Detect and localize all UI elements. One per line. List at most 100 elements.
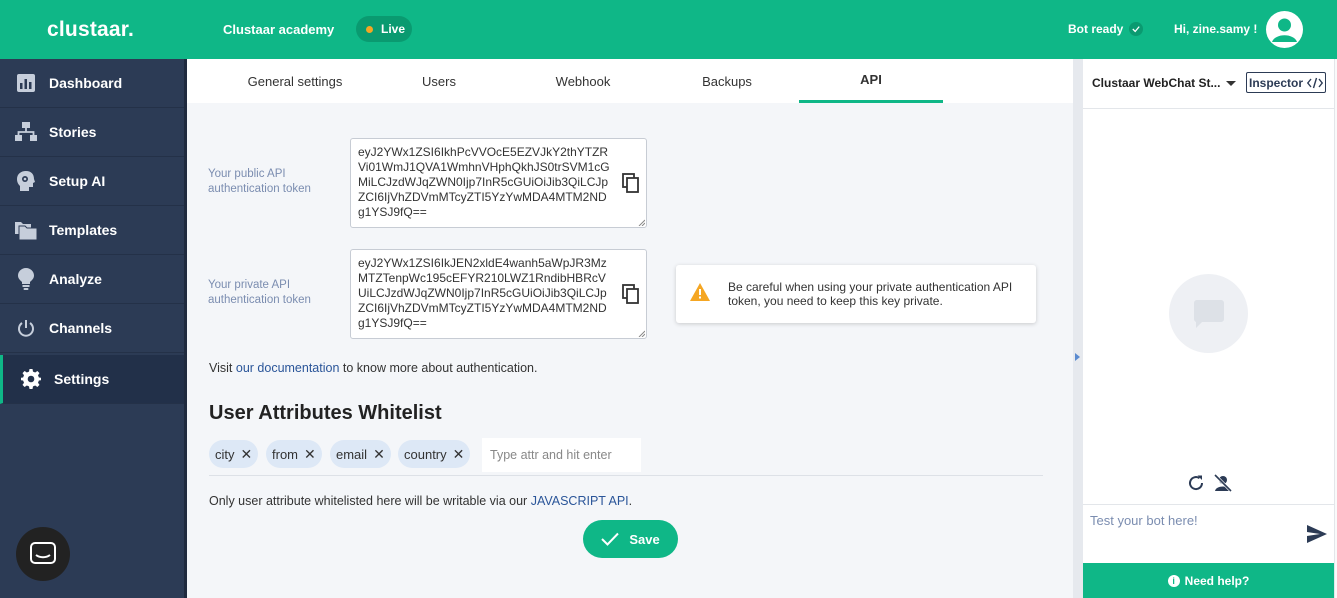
main-content: General settings Users Webhook Backups A… — [187, 59, 1073, 598]
private-token-value[interactable]: eyJ2YWx1ZSI6IkJEN2xldE4wanh5aWpJR3MzMTZT… — [358, 256, 607, 330]
tag-chip[interactable]: email ✕ — [330, 440, 391, 468]
tag-label: email — [336, 446, 368, 462]
remove-tag-icon[interactable]: ✕ — [241, 446, 253, 463]
empty-chat-illustration — [1169, 274, 1248, 353]
webchat-test-panel: Clustaar WebChat St... Inspector Test yo… — [1083, 59, 1334, 598]
private-token-warning: Be careful when using your private authe… — [676, 265, 1036, 323]
reset-user-icon[interactable] — [1213, 474, 1233, 492]
public-token-field[interactable]: eyJ2YWx1ZSI6IkhPcVVOcE5EZVJkY2thYTZRVi01… — [350, 138, 647, 228]
public-token-value[interactable]: eyJ2YWx1ZSI6IkhPcVVOcE5EZVJkY2thYTZRVi01… — [358, 145, 610, 219]
tab-api[interactable]: API — [799, 59, 943, 103]
sidebar-item-label: Setup AI — [49, 173, 106, 189]
webchat-selector[interactable]: Clustaar WebChat St... — [1092, 76, 1237, 90]
inspector-button[interactable]: Inspector — [1246, 72, 1326, 93]
copy-private-token-icon[interactable] — [622, 284, 640, 304]
tab-users[interactable]: Users — [367, 59, 511, 103]
sidebar-item-label: Templates — [49, 222, 118, 238]
folders-icon — [15, 219, 37, 241]
public-token-label: Your public API authentication token — [208, 168, 311, 195]
expand-arrow-icon[interactable] — [1075, 353, 1080, 361]
refresh-icon[interactable] — [1187, 474, 1205, 492]
live-dot-icon — [366, 25, 373, 33]
user-greeting[interactable]: Hi, zine.samy ! — [1174, 22, 1257, 36]
sidebar-item-channels[interactable]: Channels — [0, 304, 184, 353]
sidebar-item-settings[interactable]: Settings — [0, 355, 184, 404]
bar-chart-icon — [15, 72, 37, 94]
project-name[interactable]: Clustaar academy — [223, 22, 334, 37]
documentation-link[interactable]: our documentation — [236, 361, 340, 375]
panel-splitter[interactable] — [1073, 59, 1083, 598]
inspector-label: Inspector — [1248, 75, 1303, 90]
warning-icon — [690, 282, 712, 306]
support-chat-button[interactable] — [16, 527, 70, 581]
sidebar-item-setup-ai[interactable]: Setup AI — [0, 157, 184, 206]
bot-status: Bot ready — [1068, 22, 1144, 36]
logo[interactable]: clustaar. — [47, 18, 134, 42]
sitemap-icon — [15, 121, 37, 143]
tab-general-settings[interactable]: General settings — [223, 59, 367, 103]
private-token-field[interactable]: eyJ2YWx1ZSI6IkJEN2xldE4wanh5aWpJR3MzMTZT… — [350, 249, 647, 339]
sidebar-item-label: Settings — [54, 371, 110, 387]
tag-chip[interactable]: country ✕ — [398, 440, 471, 468]
save-label: Save — [629, 531, 660, 547]
chat-actions — [1187, 474, 1233, 496]
sidebar-item-label: Dashboard — [49, 75, 123, 91]
attribute-input[interactable] — [482, 438, 641, 472]
tag-chip[interactable]: city ✕ — [209, 440, 259, 468]
tab-backups[interactable]: Backups — [655, 59, 799, 103]
power-icon — [15, 317, 37, 339]
chat-input-area[interactable]: Test your bot here! — [1083, 504, 1334, 563]
sidebar-item-dashboard[interactable]: Dashboard — [0, 59, 184, 108]
sidebar-item-label: Stories — [49, 124, 97, 140]
documentation-line: Visit our documentation to know more abo… — [209, 361, 537, 375]
head-gear-icon — [15, 170, 37, 192]
whitelist-title: User Attributes Whitelist — [209, 402, 442, 424]
tag-chip[interactable]: from ✕ — [266, 440, 322, 468]
check-icon — [1129, 22, 1144, 36]
gear-icon — [20, 368, 42, 390]
webchat-header: Clustaar WebChat St... Inspector — [1083, 59, 1334, 109]
chat-icon — [30, 542, 56, 564]
chat-bubble-icon — [1193, 299, 1224, 328]
live-status-badge[interactable]: Live — [356, 16, 412, 42]
whitelist-tags-input[interactable]: city ✕ from ✕ email ✕ country ✕ — [209, 438, 1043, 476]
sidebar-item-templates[interactable]: Templates — [0, 206, 184, 255]
remove-tag-icon[interactable]: ✕ — [373, 446, 385, 463]
tag-label: country — [404, 446, 447, 462]
live-status-label: Live — [381, 22, 406, 36]
note-suffix: . — [628, 494, 633, 508]
tab-webhook[interactable]: Webhook — [511, 59, 655, 103]
sidebar-item-analyze[interactable]: Analyze — [0, 255, 184, 304]
need-help-button[interactable]: i Need help? — [1083, 563, 1334, 598]
note-prefix: Only user attribute whitelisted here wil… — [209, 494, 531, 508]
warning-text: Be careful when using your private authe… — [728, 280, 1013, 308]
tag-label: city — [215, 446, 235, 462]
code-icon — [1307, 77, 1323, 88]
doc-prefix: Visit — [209, 361, 236, 375]
top-bar: clustaar. Clustaar academy Live Bot read… — [0, 0, 1337, 59]
javascript-api-link[interactable]: JAVASCRIPT API — [531, 494, 629, 508]
info-icon: i — [1167, 574, 1180, 587]
sidebar-item-label: Analyze — [49, 271, 102, 287]
remove-tag-icon[interactable]: ✕ — [453, 446, 465, 463]
chat-input[interactable]: Test your bot here! — [1090, 513, 1198, 528]
sidebar-item-stories[interactable]: Stories — [0, 108, 184, 157]
user-avatar-icon[interactable] — [1266, 11, 1303, 48]
caret-down-icon — [1226, 80, 1237, 86]
send-icon[interactable] — [1307, 525, 1327, 543]
remove-tag-icon[interactable]: ✕ — [304, 446, 316, 463]
check-icon — [601, 532, 620, 546]
logo-area: clustaar. — [0, 0, 187, 59]
webchat-title: Clustaar WebChat St... — [1092, 76, 1221, 90]
sidebar: Dashboard Stories Setup AI Templates Ana… — [0, 59, 187, 598]
lightbulb-icon — [15, 268, 37, 290]
tag-label: from — [272, 446, 298, 462]
need-help-label: Need help? — [1184, 573, 1250, 588]
save-button[interactable]: Save — [583, 520, 678, 558]
resize-handle-icon[interactable] — [637, 329, 645, 337]
copy-public-token-icon[interactable] — [622, 173, 640, 193]
private-token-label: Your private API authentication token — [208, 279, 311, 306]
whitelist-note: Only user attribute whitelisted here wil… — [209, 494, 632, 508]
resize-handle-icon[interactable] — [637, 218, 645, 226]
bot-status-label: Bot ready — [1068, 22, 1124, 36]
